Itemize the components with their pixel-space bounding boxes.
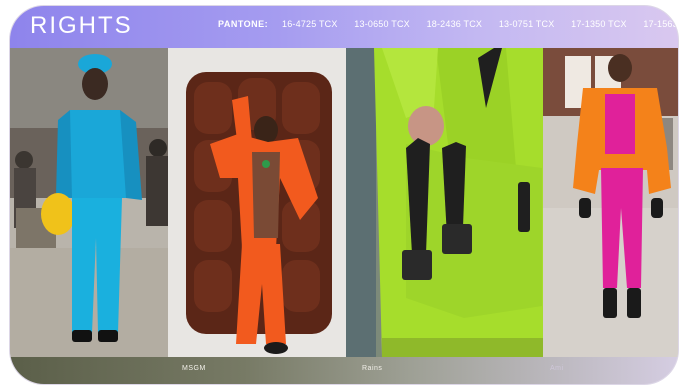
photo-orange-puffer <box>543 48 678 357</box>
photo-cyan-outfit <box>10 48 168 357</box>
pantone-code: 13-0751 TCX <box>498 19 555 29</box>
brand-title: RIGHTS <box>30 12 133 39</box>
pantone-code: 16-4725 TCX <box>282 19 338 29</box>
photo-orange-suit <box>168 48 346 357</box>
orange-puffer-illustration <box>543 48 678 357</box>
pantone-code: 18-2436 TCX <box>426 19 483 29</box>
lime-backpack-illustration <box>346 48 543 357</box>
caption-msgm: MSGM <box>182 365 206 372</box>
cyan-outfit-illustration <box>10 48 168 357</box>
pantone-code: 17-1350 TCX <box>571 19 627 29</box>
caption-rains: Rains <box>362 365 383 372</box>
pantone-code: 17-1563 TCX <box>643 19 678 29</box>
pantone-codes: 16-4725 TCX 13-0650 TCX 18-2436 TCX 13-0… <box>282 19 678 29</box>
header-banner: RIGHTS PANTONE: 16-4725 TCX 13-0650 TCX … <box>10 6 678 48</box>
photo-panels <box>10 48 678 357</box>
pantone-code: 13-0650 TCX <box>354 19 410 29</box>
pantone-label: PANTONE: <box>218 19 269 29</box>
photo-lime-backpack <box>346 48 543 357</box>
photo-collage-card: RIGHTS PANTONE: 16-4725 TCX 13-0650 TCX … <box>10 6 678 384</box>
caption-bar: MSGM Rains Ami <box>10 357 678 384</box>
caption-ami: Ami <box>550 365 564 372</box>
orange-suit-illustration <box>168 48 346 357</box>
